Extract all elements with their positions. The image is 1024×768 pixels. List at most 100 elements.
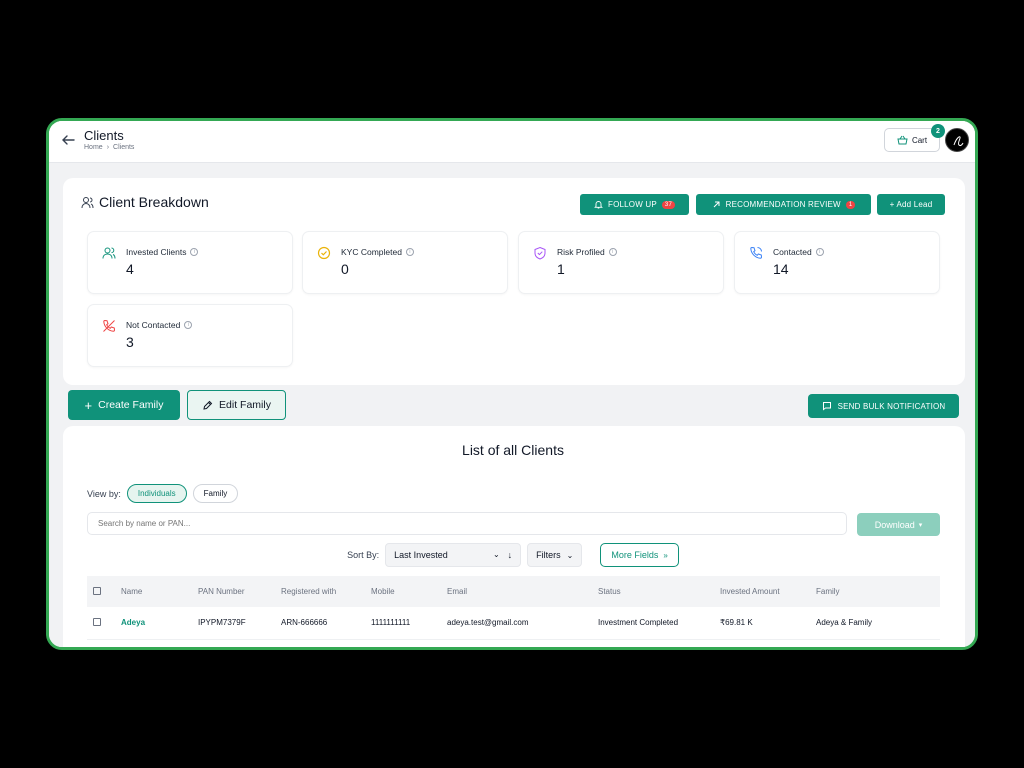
follow-up-count-badge: 37 — [661, 200, 675, 209]
create-family-label: Create Family — [98, 399, 164, 411]
stat-kyc-completed[interactable]: KYC Completed i 0 — [302, 231, 508, 294]
arrow-up-right-icon — [713, 201, 720, 208]
row-checkbox[interactable] — [93, 617, 101, 626]
client-name-link[interactable]: Adeya — [115, 607, 192, 640]
breakdown-title: Client Breakdown — [99, 194, 209, 210]
search-input[interactable] — [87, 512, 847, 535]
sort-select[interactable]: Last Invested ⌄ ↓ — [385, 543, 522, 567]
bell-icon — [594, 201, 603, 209]
message-icon — [822, 402, 831, 411]
row-select-cell — [87, 607, 115, 640]
page-title: Clients — [84, 128, 124, 143]
more-fields-button[interactable]: More Fields » — [600, 543, 679, 567]
filters-button[interactable]: Filters ⌄ — [527, 543, 583, 567]
add-lead-button[interactable]: + Add Lead — [877, 194, 945, 215]
follow-up-label: FOLLOW UP — [608, 200, 657, 209]
more-fields-label: More Fields — [611, 550, 659, 560]
stat-value: 4 — [126, 261, 134, 277]
info-icon[interactable]: i — [608, 248, 617, 256]
sort-filter-row: Sort By: Last Invested ⌄ ↓ Filters ⌄ Mor… — [63, 543, 963, 567]
column-header[interactable]: Status — [592, 576, 714, 607]
back-arrow-icon[interactable] — [59, 131, 77, 149]
edit-family-label: Edit Family — [219, 399, 271, 411]
stat-label: Contacted — [773, 247, 812, 257]
view-by-label: View by: — [87, 488, 121, 499]
stat-label: Not Contacted — [126, 320, 181, 330]
column-header[interactable]: Mobile — [365, 576, 441, 607]
column-header[interactable]: Name — [115, 576, 192, 607]
sort-value: Last Invested — [394, 550, 448, 560]
basket-icon — [897, 135, 908, 145]
table-header-row: Name PAN Number Registered with Mobile E… — [87, 576, 940, 607]
phone-icon — [750, 246, 763, 259]
column-header[interactable]: Invested Amount — [714, 576, 810, 607]
sort-by-label: Sort By: — [347, 550, 380, 560]
pan-cell: IPYPM7379F — [192, 607, 275, 640]
stat-value: 0 — [341, 261, 349, 277]
breadcrumb: Home › Clients — [84, 144, 134, 151]
recommendation-count-badge: 1 — [845, 200, 856, 209]
phone-off-icon — [103, 319, 116, 332]
view-individuals-chip[interactable]: Individuals — [126, 484, 187, 503]
download-label: Download — [874, 519, 915, 530]
info-icon[interactable]: i — [190, 248, 199, 256]
chevron-down-icon: ▾ — [918, 521, 923, 529]
send-bulk-notification-button[interactable]: SEND BULK NOTIFICATION — [808, 394, 959, 418]
plus-icon: + — [84, 397, 93, 413]
cart-label: Cart — [911, 135, 928, 145]
breadcrumb-current: Clients — [113, 144, 135, 151]
table-row[interactable]: Adeya IPYPM7379F ARN-666666 1111111111 a… — [87, 607, 940, 640]
signature-logo-icon — [953, 136, 964, 147]
shield-icon — [534, 246, 546, 260]
info-icon[interactable]: i — [815, 248, 824, 256]
stat-contacted[interactable]: Contacted i 14 — [734, 231, 940, 294]
info-icon[interactable]: i — [405, 248, 414, 256]
amount-cell: ₹69.81 K — [714, 607, 810, 640]
email-cell: adeya.test@gmail.com — [441, 607, 592, 640]
download-button[interactable]: Download ▾ — [857, 513, 940, 536]
top-bar: Clients Home › Clients Cart 2 — [49, 121, 975, 163]
list-title: List of all Clients — [462, 442, 564, 458]
info-icon[interactable]: i — [184, 321, 193, 329]
column-header[interactable]: Email — [441, 576, 592, 607]
stat-invested-clients[interactable]: Invested Clients i 4 — [87, 231, 293, 294]
check-badge-icon — [317, 246, 331, 260]
family-cell: Adeya & Family — [810, 607, 940, 640]
chevron-down-icon: ⌄ — [566, 550, 574, 560]
select-all-checkbox[interactable] — [93, 586, 101, 595]
chevron-down-icon: ⌄ — [492, 550, 500, 559]
column-header[interactable]: Family — [810, 576, 940, 607]
edit-family-button[interactable]: Edit Family — [187, 390, 286, 420]
stat-label: Risk Profiled — [557, 247, 605, 257]
view-family-chip[interactable]: Family — [192, 484, 239, 503]
user-icon — [81, 196, 94, 208]
create-family-button[interactable]: + Create Family — [68, 390, 180, 420]
stat-not-contacted[interactable]: Not Contacted i 3 — [87, 304, 293, 367]
registered-cell: ARN-666666 — [275, 607, 365, 640]
filters-label: Filters — [536, 550, 561, 560]
view-by-group: View by: Individuals Family — [87, 484, 239, 503]
select-all-cell — [87, 576, 115, 607]
recommendation-review-button[interactable]: RECOMMENDATION REVIEW 1 — [696, 194, 871, 215]
status-cell: Investment Completed — [592, 607, 714, 640]
avatar[interactable] — [945, 128, 969, 152]
pencil-icon — [203, 400, 213, 410]
app-screen: Clients Home › Clients Cart 2 Client Bre… — [49, 121, 975, 647]
bulk-notification-label: SEND BULK NOTIFICATION — [837, 401, 946, 411]
sort-direction-icon[interactable]: ↓ — [508, 550, 513, 560]
stat-label: KYC Completed — [341, 247, 402, 257]
column-header[interactable]: Registered with — [275, 576, 365, 607]
breadcrumb-home[interactable]: Home — [84, 144, 103, 151]
mobile-cell: 1111111111 — [365, 607, 441, 640]
client-breakdown-card: Client Breakdown FOLLOW UP 37 RECOMMENDA… — [63, 178, 965, 385]
stat-value: 3 — [126, 334, 134, 350]
recommendation-label: RECOMMENDATION REVIEW — [725, 200, 841, 209]
double-chevron-down-icon: » — [663, 550, 668, 560]
stat-label: Invested Clients — [126, 247, 187, 257]
follow-up-button[interactable]: FOLLOW UP 37 — [580, 194, 689, 215]
client-list-card: List of all Clients View by: Individuals… — [63, 426, 965, 647]
stat-value: 1 — [557, 261, 565, 277]
stat-risk-profiled[interactable]: Risk Profiled i 1 — [518, 231, 724, 294]
column-header[interactable]: PAN Number — [192, 576, 275, 607]
stat-value: 14 — [773, 261, 789, 277]
